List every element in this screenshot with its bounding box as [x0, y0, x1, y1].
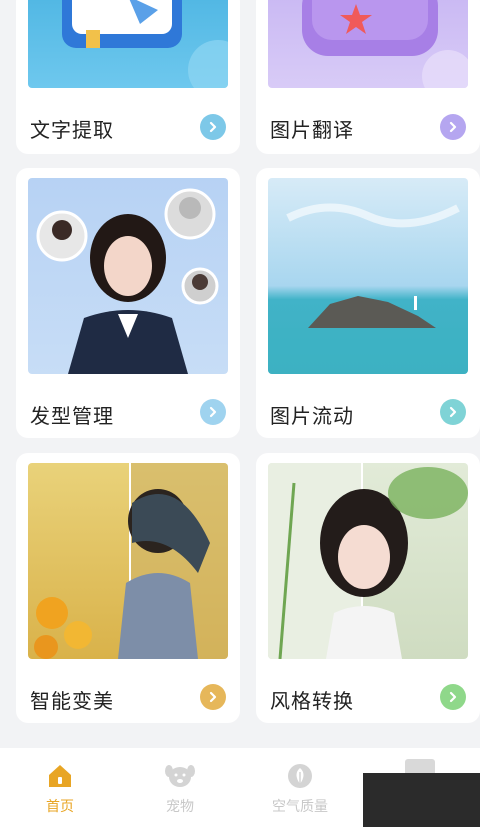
feature-card-image-flow[interactable]: 图片流动 — [256, 168, 480, 438]
tab-label: 宠物 — [166, 799, 194, 815]
feature-card-text-extract[interactable]: 文字提取 — [16, 0, 240, 154]
style-transfer-thumbnail — [268, 463, 468, 659]
dark-overlay — [363, 759, 480, 827]
pet-icon — [164, 760, 196, 792]
chevron-right-icon[interactable] — [200, 399, 226, 425]
feature-card-style-transfer[interactable]: 风格转换 — [256, 453, 480, 723]
card-label: 发型管理 — [30, 404, 114, 428]
tab-label: 首页 — [46, 799, 74, 815]
hairstyle-thumbnail — [28, 178, 228, 374]
feature-card-hairstyle[interactable]: 发型管理 — [16, 168, 240, 438]
tab-home[interactable]: 首页 — [0, 748, 120, 827]
text-extract-thumbnail — [28, 0, 228, 88]
chevron-right-icon[interactable] — [440, 399, 466, 425]
feature-card-beautify[interactable]: 智能变美 — [16, 453, 240, 723]
tab-air-quality[interactable]: 空气质量 — [240, 748, 360, 827]
chevron-right-icon[interactable] — [200, 684, 226, 710]
chevron-right-icon[interactable] — [200, 114, 226, 140]
leaf-icon — [284, 760, 316, 792]
beautify-thumbnail — [28, 463, 228, 659]
card-label: 智能变美 — [30, 689, 114, 713]
tab-pet[interactable]: 宠物 — [120, 748, 240, 827]
image-flow-thumbnail — [268, 178, 468, 374]
home-icon — [44, 760, 76, 792]
card-label: 文字提取 — [30, 118, 114, 142]
tab-label: 空气质量 — [272, 799, 328, 815]
card-label: 风格转换 — [270, 689, 354, 713]
image-translate-thumbnail — [268, 0, 468, 88]
chevron-right-icon[interactable] — [440, 684, 466, 710]
card-label: 图片流动 — [270, 404, 354, 428]
overlay-tab-edge — [405, 759, 435, 773]
chevron-right-icon[interactable] — [440, 114, 466, 140]
feature-card-image-translate[interactable]: 图片翻译 — [256, 0, 480, 154]
card-label: 图片翻译 — [270, 118, 354, 142]
